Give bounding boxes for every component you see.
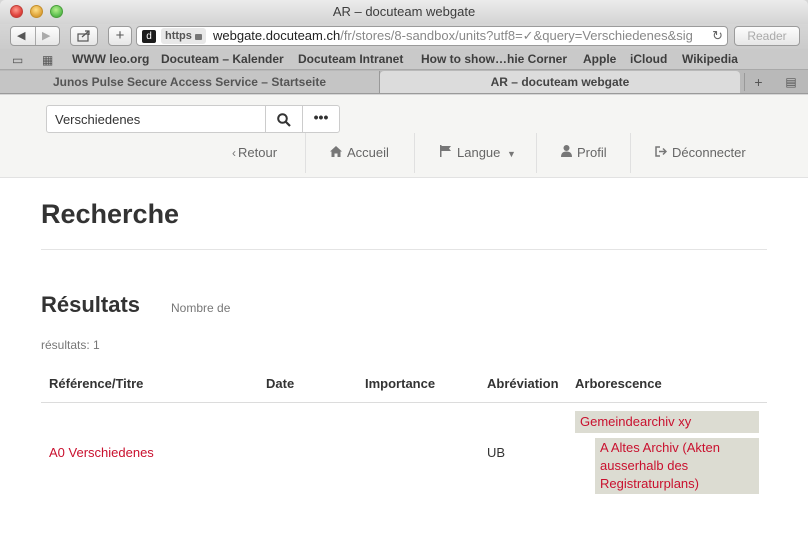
result-abbreviation: UB: [487, 445, 506, 460]
grid-icon[interactable]: ▦: [42, 53, 53, 67]
chevron-left-icon: ‹: [232, 146, 236, 160]
tab-bar: Junos Pulse Secure Access Service – Star…: [0, 70, 808, 94]
minimize-window-button[interactable]: [30, 5, 43, 18]
tab-webgate[interactable]: AR – docuteam webgate: [380, 71, 740, 93]
site-favicon-icon: d: [142, 30, 156, 43]
divider: [35, 27, 36, 45]
nav-home-label: Accueil: [347, 145, 389, 160]
more-options-button[interactable]: •••: [302, 105, 340, 133]
column-header-tree[interactable]: Arborescence: [575, 376, 662, 391]
zoom-window-button[interactable]: [50, 5, 63, 18]
close-window-button[interactable]: [10, 5, 23, 18]
window-title: AR – docuteam webgate: [332, 4, 476, 19]
nav-profile-link[interactable]: Profil: [561, 133, 607, 173]
nav-home-link[interactable]: Accueil: [330, 133, 389, 173]
result-title-link[interactable]: A0 Verschiedenes: [49, 445, 154, 460]
column-header-importance[interactable]: Importance: [365, 376, 435, 391]
nav-divider: [414, 133, 415, 173]
search-icon: [277, 113, 291, 127]
nav-back-label: Retour: [238, 145, 278, 160]
nav-profile-label: Profil: [577, 145, 607, 160]
results-count-value: résultats: 1: [41, 338, 100, 352]
results-heading: Résultats: [41, 292, 141, 317]
tab-junos-pulse[interactable]: Junos Pulse Secure Access Service – Star…: [0, 71, 380, 93]
back-arrow-icon[interactable]: ◀: [17, 27, 25, 45]
results-count-label: Nombre de: [171, 301, 231, 315]
user-icon: [561, 145, 572, 157]
browser-window: AR – docuteam webgate ◀ ▶ + d https webg…: [0, 0, 808, 548]
nav-divider: [536, 133, 537, 173]
nav-logout-link[interactable]: Déconnecter: [655, 133, 746, 173]
tree-level-2-link[interactable]: A Altes Archiv (Akten ausserhalb des Reg…: [595, 438, 759, 494]
https-badge: https: [161, 28, 206, 44]
address-bar[interactable]: d https webgate.docuteam.ch/fr/stores/8-…: [136, 26, 728, 46]
nav-back-link[interactable]: ‹ Retour: [232, 133, 277, 173]
page-header: ••• ‹Retour Accueil Langue ▼ Profil Déco…: [0, 95, 808, 178]
url-path: /fr/stores/8-sandbox/units?utf8=✓&query=…: [340, 28, 693, 43]
flag-icon: [440, 145, 451, 157]
web-page: ••• ‹Retour Accueil Langue ▼ Profil Déco…: [0, 95, 808, 548]
bookmark-item[interactable]: Docuteam – Kalender: [161, 52, 284, 66]
column-header-date[interactable]: Date: [266, 376, 294, 391]
forward-arrow-icon[interactable]: ▶: [42, 27, 50, 45]
back-forward-buttons: ◀ ▶: [10, 26, 60, 46]
lock-icon: [194, 34, 202, 40]
search-button[interactable]: [265, 105, 303, 133]
column-header-reference-title[interactable]: Référence/Titre: [49, 376, 143, 391]
bookmark-item[interactable]: Apple: [583, 52, 616, 66]
tree-level-1-link[interactable]: Gemeindearchiv xy: [575, 411, 759, 433]
page-title: Recherche: [41, 199, 180, 229]
url-text: webgate.docuteam.ch/fr/stores/8-sandbox/…: [213, 27, 693, 45]
home-icon: [330, 146, 342, 157]
nav-divider: [630, 133, 631, 173]
new-tab-button[interactable]: +: [744, 73, 772, 91]
nav-divider: [305, 133, 306, 173]
search-input[interactable]: [46, 105, 266, 133]
bookmarks-bar: ▭ ▦ WWW leo.org Docuteam – Kalender Docu…: [0, 49, 808, 70]
title-bar: AR – docuteam webgate: [0, 0, 808, 24]
new-tab-plus-button[interactable]: +: [108, 26, 132, 46]
reader-button[interactable]: Reader: [734, 26, 800, 46]
nav-logout-label: Déconnecter: [672, 145, 746, 160]
bookmark-item[interactable]: Docuteam Intranet: [298, 52, 403, 66]
share-button[interactable]: [70, 26, 98, 46]
caret-down-icon: ▼: [507, 149, 516, 159]
column-header-abbreviation[interactable]: Abréviation: [487, 376, 559, 391]
bookmark-item[interactable]: iCloud: [630, 52, 667, 66]
share-icon: [77, 30, 90, 42]
url-scheme: https: [165, 30, 192, 42]
bookmark-item[interactable]: How to show…hie Corner: [421, 52, 567, 66]
bookmark-item[interactable]: WWW leo.org: [72, 52, 149, 66]
browser-toolbar: ◀ ▶ + d https webgate.docuteam.ch/fr/sto…: [0, 24, 808, 49]
nav-language-dropdown[interactable]: Langue ▼: [440, 133, 516, 173]
bookmark-item[interactable]: Wikipedia: [682, 52, 738, 66]
divider: [41, 249, 767, 250]
url-domain: webgate.docuteam.ch: [213, 28, 341, 43]
table-header-divider: [41, 402, 767, 403]
nav-language-label: Langue: [457, 145, 501, 160]
tab-overview-icon[interactable]: ▤: [778, 73, 804, 91]
reload-icon[interactable]: ↻: [712, 27, 723, 45]
sign-out-icon: [655, 146, 667, 157]
open-book-icon[interactable]: ▭: [12, 53, 23, 67]
